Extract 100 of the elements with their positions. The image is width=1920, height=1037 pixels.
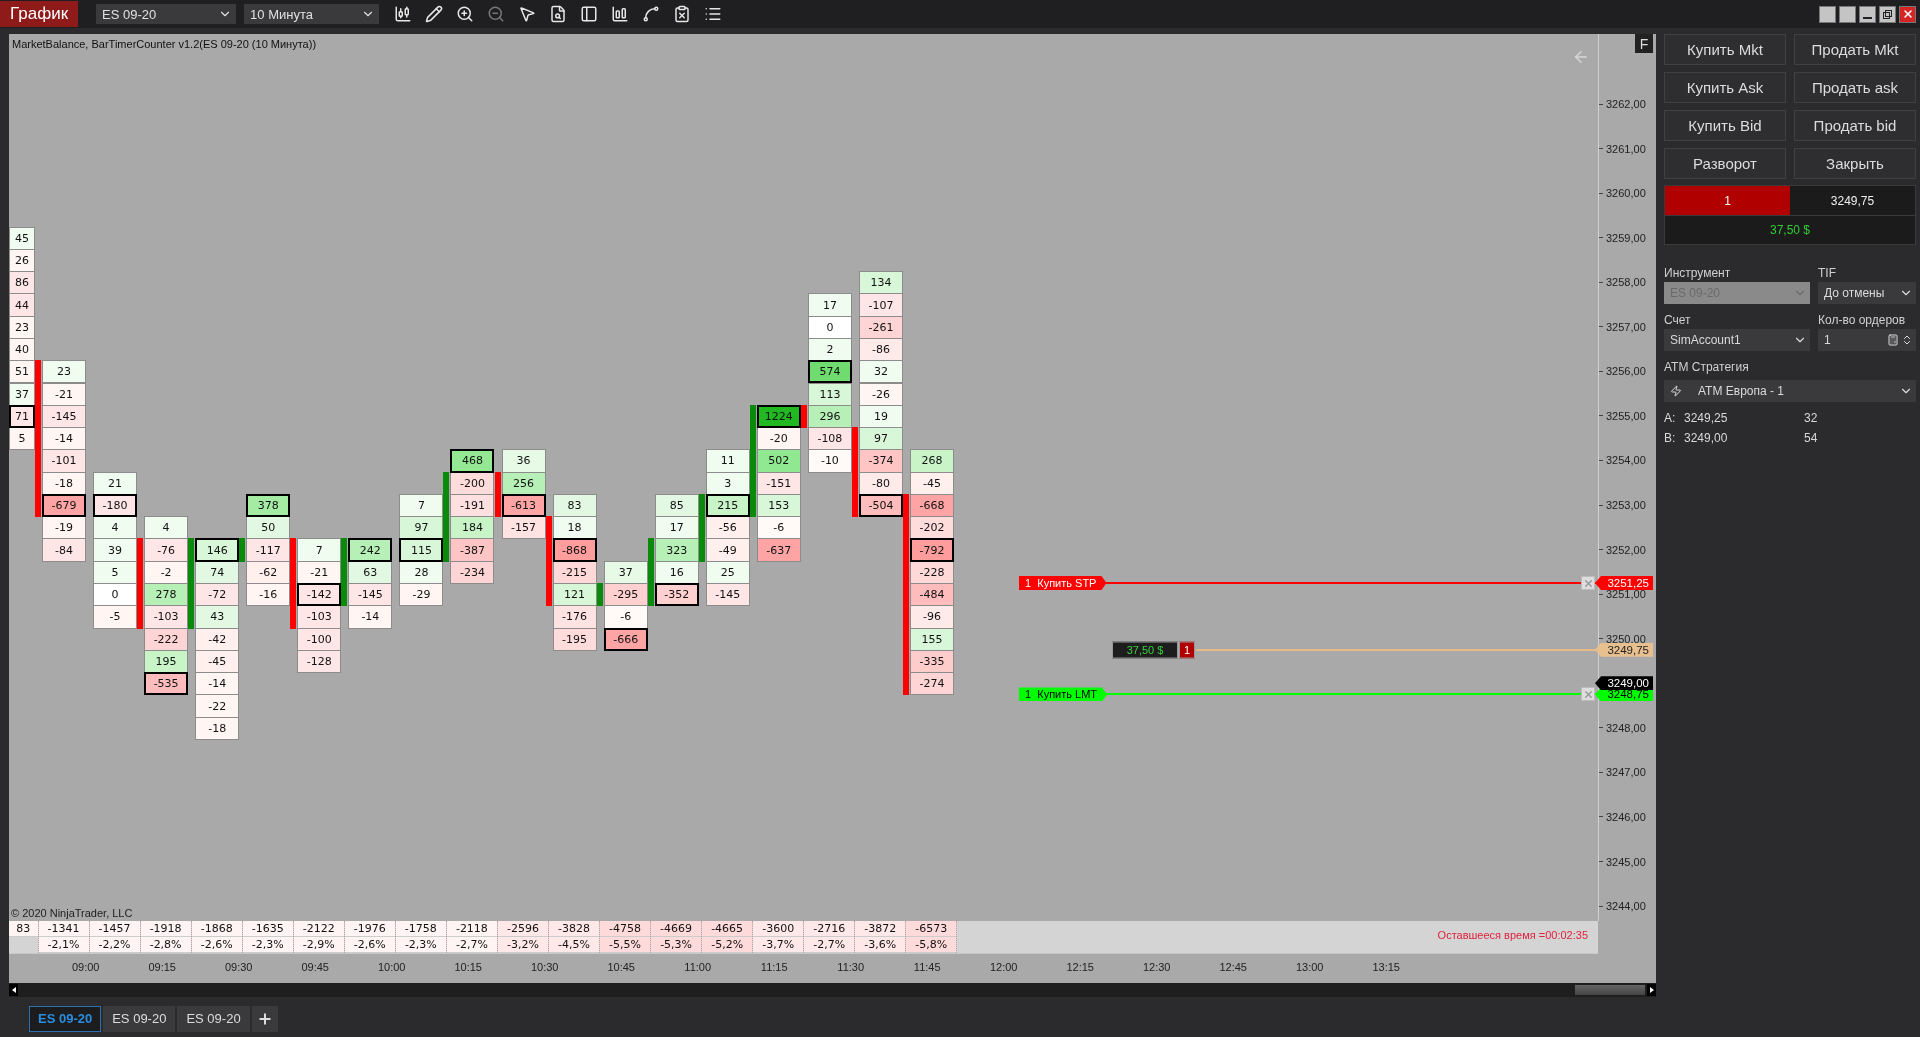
price-label: 3248,00 [1599,721,1646,734]
calculator-icon[interactable] [1887,334,1899,346]
volume-cell: -103 [144,605,189,629]
volume-cell: 195 [144,649,189,674]
volume-cell: 19 [858,404,903,429]
volume-cell: 86 [9,271,35,295]
instrument-dropdown[interactable]: ES 09-20 [96,4,237,24]
indicator-label: MarketBalance, BarTimerCounter v1.2(ES 09-20 (10 Минута)) [12,38,317,50]
volume-cell: -107 [858,293,903,317]
volume-cell: -180 [93,493,138,518]
volume-cell: -142 [297,583,342,607]
volume-cell: -18 [42,471,86,495]
percent-cell: -2,3% [242,937,293,953]
volume-cell: 323 [654,538,699,562]
volume-cell: -145 [348,583,393,607]
chart-tab[interactable]: ES 09-20 [29,1005,102,1032]
atm-select[interactable]: ATM Европа - 1 [1664,380,1916,402]
restore-button[interactable] [1879,5,1896,23]
volume-cell: -86 [858,337,903,362]
timer-text: Оставшееся время =00:02:35 [1437,929,1588,941]
volume-cell: -234 [450,560,495,584]
volume-cell: 32 [858,360,903,384]
delta-cell: -1868 [191,921,242,937]
quantity-field[interactable]: 1 [1818,329,1916,351]
volume-cell: 17 [654,516,699,540]
price-flag: 3249,75 [1595,642,1653,657]
volume-cell: -72 [195,583,240,607]
delta-cell: -2716 [804,921,855,937]
minimize-button[interactable] [1859,5,1876,23]
add-tab-button[interactable] [251,1005,278,1032]
volume-cell: -295 [603,583,648,607]
time-label: 09:00 [71,961,100,973]
volume-cell: -535 [144,672,189,696]
delta-cell: -1341 [38,921,89,937]
time-label: 11:15 [760,961,788,973]
volume-cell: 17 [807,293,852,317]
volume-cell: -14 [42,427,86,451]
volume-cell: -6 [603,605,648,629]
percent-cell: -4,5% [548,937,599,953]
percent-cell: -2,3% [395,937,446,953]
percent-cell: -5,3% [651,937,702,953]
order-button[interactable]: Купить Bid [1664,110,1786,141]
time-label: 09:15 [148,961,176,973]
volume-cell: -103 [297,605,342,629]
order-button[interactable]: Закрыть [1794,148,1916,179]
scrollbar-thumb[interactable] [1575,985,1645,995]
order-button[interactable]: Продать bid [1794,110,1916,141]
scroll-left-button[interactable] [9,984,18,996]
volume-cell: 4 [144,516,189,540]
volume-cell: -222 [144,627,189,651]
volume-cell: 63 [348,560,393,584]
order-flag[interactable]: 1 Купить LMT [1019,687,1108,702]
interval-dropdown[interactable]: 10 Минута [244,4,380,24]
time-label: 11:00 [684,961,712,973]
volume-cell: 85 [654,493,699,518]
order-button[interactable]: Купить Mkt [1664,34,1786,65]
time-label: 12:00 [989,961,1018,973]
volume-cell: 0 [93,583,138,607]
tif-select[interactable]: До отмены [1818,282,1916,304]
order-button[interactable]: Купить Ask [1664,72,1786,103]
account-select[interactable]: SimAccount1 [1664,329,1810,351]
position-quantity: 1 [1665,186,1790,215]
volume-cell: -10 [807,449,852,473]
time-label: 13:15 [1372,961,1400,973]
volume-cell: -352 [654,583,699,607]
order-button[interactable]: Продать Mkt [1794,34,1916,65]
volume-cell: -637 [756,538,801,562]
volume-cell: -5 [93,605,138,629]
chart-tab[interactable]: График [0,1,79,27]
chart-tab[interactable]: ES 09-20 [177,1005,250,1032]
spinner-icon[interactable] [1901,334,1913,346]
f-button[interactable]: F [1635,34,1653,53]
volume-cell: 146 [195,538,240,562]
volume-cell: -100 [297,627,342,651]
delta-cell: -4758 [600,921,651,937]
order-button[interactable]: Продать ask [1794,72,1916,103]
price-label: 3247,00 [1599,766,1646,779]
delta-cell: -2596 [497,921,548,937]
scroll-right-button[interactable] [1647,984,1656,996]
volume-cell: -80 [858,471,903,495]
close-button[interactable] [1899,5,1916,23]
volume-cell: -26 [858,382,903,406]
field-label: Инструмент [1664,264,1732,282]
order-button[interactable]: Разворот [1664,148,1786,179]
volume-cell: 5 [93,560,138,584]
window-button[interactable] [1839,5,1856,23]
volume-cell: -45 [195,649,240,674]
chart-tab[interactable]: ES 09-20 [103,1005,176,1032]
volume-cell: -145 [42,404,86,429]
volume-cell: -666 [603,627,648,651]
window-button[interactable] [1819,5,1836,23]
position-price: 3249,75 [1790,186,1915,215]
order-flag[interactable]: 1 Купить STP [1019,576,1107,590]
percent-cell: -3,7% [753,937,804,953]
price-label: 3244,00 [1599,900,1646,913]
delta-cell: -3872 [855,921,906,937]
volume-cell: -484 [910,583,954,607]
price-label: 3252,00 [1599,543,1646,556]
delta-cell: 83 [9,921,38,937]
delta-cell: -4669 [651,921,702,937]
